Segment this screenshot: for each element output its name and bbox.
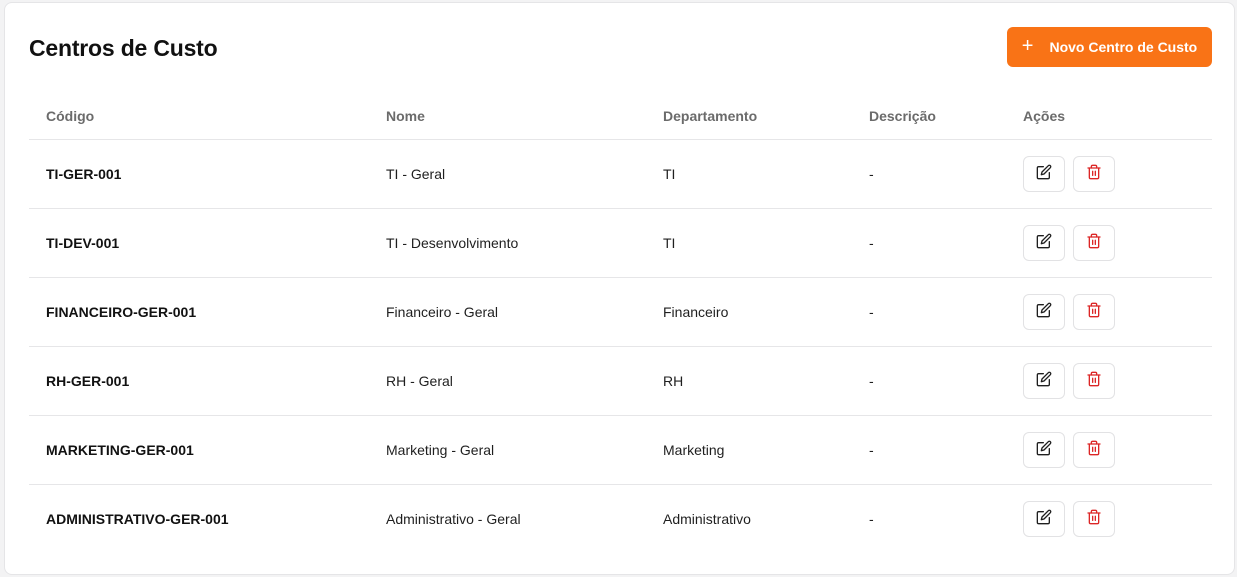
edit-button[interactable] [1023, 500, 1065, 537]
edit-button[interactable] [1023, 431, 1065, 468]
trash-icon [1086, 509, 1102, 528]
cell-actions [1006, 484, 1212, 553]
cell-description: - [852, 139, 1006, 209]
cell-department: Financeiro [646, 277, 852, 347]
new-cost-center-label: Novo Centro de Custo [1049, 39, 1198, 55]
edit-button[interactable] [1023, 224, 1065, 261]
header-descricao: Descrição [852, 93, 1006, 140]
cost-centers-card: Centros de Custo + Novo Centro de Custo … [4, 2, 1235, 575]
trash-icon [1086, 164, 1102, 183]
cell-department: TI [646, 208, 852, 278]
header-nome: Nome [369, 93, 646, 140]
cell-code: ADMINISTRATIVO-GER-001 [46, 510, 229, 527]
table-row: RH-GER-001 RH - Geral RH - [29, 346, 1212, 416]
trash-icon [1086, 371, 1102, 390]
edit-icon [1036, 509, 1052, 528]
cell-code: FINANCEIRO-GER-001 [29, 277, 369, 347]
cell-department: RH [646, 346, 852, 416]
cell-department: Marketing [646, 415, 852, 485]
delete-button[interactable] [1073, 224, 1115, 261]
table-header-row: Código Nome Departamento Descrição Ações [29, 93, 1212, 140]
cell-description: - [852, 277, 1006, 347]
cell-department: TI [646, 139, 852, 209]
header-codigo: Código [29, 93, 369, 140]
delete-button[interactable] [1073, 500, 1115, 537]
edit-icon [1036, 440, 1052, 459]
page-title: Centros de Custo [29, 35, 218, 61]
cell-description: - [869, 510, 874, 527]
trash-icon [1086, 302, 1102, 321]
edit-button[interactable] [1023, 362, 1065, 399]
edit-button[interactable] [1023, 155, 1065, 192]
trash-icon [1086, 233, 1102, 252]
delete-button[interactable] [1073, 431, 1115, 468]
cell-department: Administrativo [663, 510, 751, 527]
edit-icon [1036, 164, 1052, 183]
cell-name: Administrativo - Geral [386, 510, 521, 527]
new-cost-center-button[interactable]: + Novo Centro de Custo [1007, 27, 1212, 67]
cell-name: TI - Desenvolvimento [369, 208, 646, 278]
delete-button[interactable] [1073, 155, 1115, 192]
cell-name: Financeiro - Geral [369, 277, 646, 347]
edit-button[interactable] [1023, 293, 1065, 330]
edit-icon [1036, 302, 1052, 321]
table-row: TI-DEV-001 TI - Desenvolvimento TI - [29, 208, 1212, 278]
cell-actions [1006, 208, 1212, 278]
table-row: ADMINISTRATIVO-GER-001 Administrativo - … [29, 484, 1212, 553]
header-acoes: Ações [1006, 93, 1212, 140]
cell-code: MARKETING-GER-001 [29, 415, 369, 485]
delete-button[interactable] [1073, 293, 1115, 330]
trash-icon [1086, 440, 1102, 459]
table-row: FINANCEIRO-GER-001 Financeiro - Geral Fi… [29, 277, 1212, 347]
cell-code: RH-GER-001 [29, 346, 369, 416]
cell-description: - [852, 346, 1006, 416]
cell-code: TI-GER-001 [29, 139, 369, 209]
cell-name: Marketing - Geral [369, 415, 646, 485]
table-row: MARKETING-GER-001 Marketing - Geral Mark… [29, 415, 1212, 485]
cell-name: RH - Geral [369, 346, 646, 416]
delete-button[interactable] [1073, 362, 1115, 399]
cell-actions [1006, 277, 1212, 347]
cell-name: TI - Geral [369, 139, 646, 209]
header-departamento: Departamento [646, 93, 852, 140]
edit-icon [1036, 371, 1052, 390]
cell-actions [1006, 139, 1212, 209]
cost-centers-table: Código Nome Departamento Descrição Ações… [29, 93, 1212, 553]
edit-icon [1036, 233, 1052, 252]
cell-actions [1006, 346, 1212, 416]
cell-code: TI-DEV-001 [29, 208, 369, 278]
cell-description: - [852, 415, 1006, 485]
plus-icon: + [1021, 35, 1034, 57]
cell-actions [1006, 415, 1212, 485]
cell-description: - [852, 208, 1006, 278]
table-row: TI-GER-001 TI - Geral TI - [29, 139, 1212, 209]
